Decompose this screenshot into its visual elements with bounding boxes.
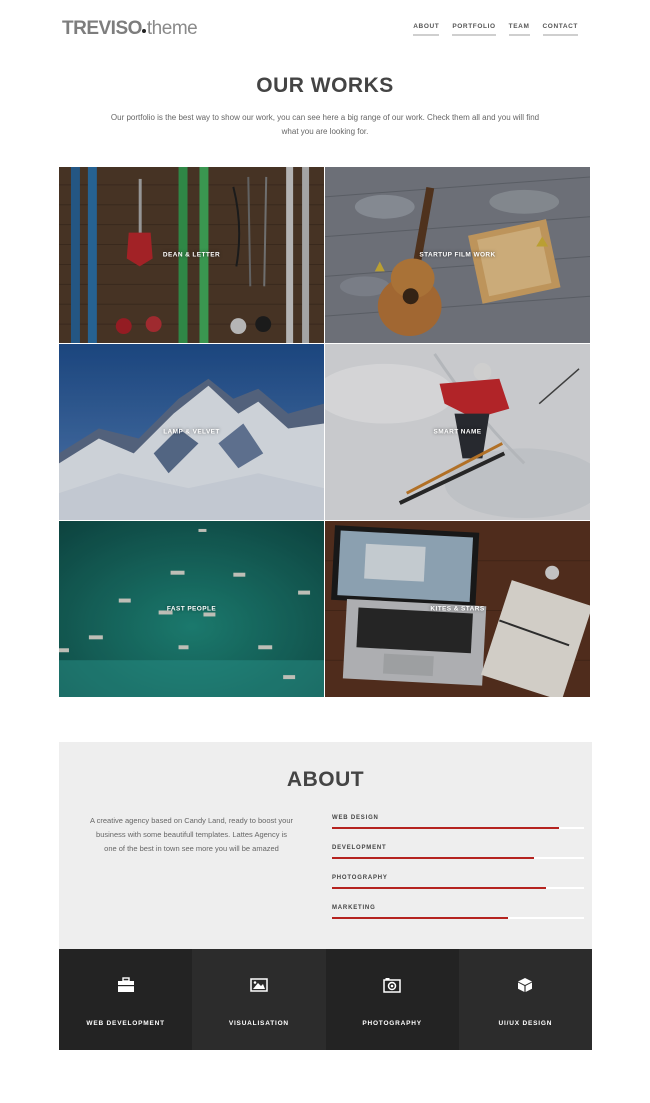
skill-bar: [332, 827, 559, 829]
service-label: PHOTOGRAPHY: [362, 1020, 422, 1027]
briefcase-icon: [117, 977, 134, 992]
portfolio-item-label: FAST PEOPLE: [166, 605, 217, 613]
service-ui-ux-design[interactable]: UI/UX DESIGN: [458, 949, 592, 1050]
about-title: ABOUT: [286, 768, 365, 791]
services-bar: WEB DEVELOPMENT VISUALISATION PHOTOGRAPH…: [59, 949, 592, 1050]
about-text: A creative agency based on Candy Land, r…: [89, 816, 294, 853]
works-title: OUR WORKS: [256, 74, 394, 97]
skill-web-design: WEB DESIGN: [332, 815, 584, 845]
service-web-development[interactable]: WEB DEVELOPMENT: [59, 949, 193, 1050]
works-intro: Our portfolio is the best way to show ou…: [110, 113, 540, 136]
nav-contact[interactable]: CONTACT: [542, 23, 578, 36]
skill-track: [332, 917, 584, 919]
portfolio-item-dean-letter[interactable]: DEAN & LETTER: [59, 167, 325, 344]
service-label: VISUALISATION: [228, 1020, 289, 1027]
service-photography[interactable]: PHOTOGRAPHY: [325, 949, 459, 1050]
portfolio-item-fast-people[interactable]: FAST PEOPLE: [59, 521, 325, 698]
skill-development: DEVELOPMENT: [332, 845, 584, 875]
camera-icon: [383, 978, 401, 993]
logo-light-text: theme: [146, 18, 198, 39]
skill-name: MARKETING: [332, 905, 376, 911]
skill-marketing: MARKETING: [332, 905, 584, 935]
about-section: ABOUT A creative agency based on Candy L…: [59, 742, 592, 949]
skill-track: [332, 857, 584, 859]
portfolio-item-label: SMART NAME: [433, 428, 482, 436]
skill-name: DEVELOPMENT: [332, 845, 387, 851]
portfolio-item-label: DEAN & LETTER: [162, 251, 221, 259]
logo[interactable]: TREVISO theme: [62, 18, 198, 40]
skill-photography: PHOTOGRAPHY: [332, 875, 584, 905]
skill-name: PHOTOGRAPHY: [332, 875, 388, 881]
portfolio-item-label: LAMP & VELVET: [163, 428, 220, 436]
cube-icon: [518, 978, 533, 992]
skills-list: WEB DESIGN DEVELOPMENT PHOTOGRAPHY MARKE…: [332, 815, 584, 935]
nav-portfolio[interactable]: PORTFOLIO: [452, 23, 496, 36]
skill-name: WEB DESIGN: [332, 815, 379, 821]
site-header: TREVISO theme ABOUT PORTFOLIO TEAM CONTAC…: [0, 0, 650, 60]
portfolio-item-startup-film-work[interactable]: STARTUP FILM WORK: [325, 167, 591, 344]
main-nav: ABOUT PORTFOLIO TEAM CONTACT: [413, 23, 578, 36]
skill-bar: [332, 887, 547, 889]
service-label: UI/UX DESIGN: [498, 1020, 553, 1027]
portfolio-grid: DEAN & LETTER STARTUP FILM WORK LAMP & V…: [59, 167, 591, 698]
service-label: WEB DEVELOPMENT: [86, 1020, 165, 1027]
portfolio-item-smart-name[interactable]: SMART NAME: [325, 344, 591, 521]
skill-bar: [332, 917, 509, 919]
portfolio-item-label: STARTUP FILM WORK: [419, 251, 496, 259]
nav-about[interactable]: ABOUT: [413, 23, 440, 36]
portfolio-item-lamp-velvet[interactable]: LAMP & VELVET: [59, 344, 325, 521]
skill-track: [332, 827, 584, 829]
image-icon: [250, 978, 268, 992]
skill-track: [332, 887, 584, 889]
portfolio-item-kites-stars[interactable]: KITES & STARS: [325, 521, 591, 698]
logo-bold-text: TREVISO: [62, 18, 142, 39]
service-visualisation[interactable]: VISUALISATION: [192, 949, 326, 1050]
skill-bar: [332, 857, 534, 859]
portfolio-item-label: KITES & STARS: [430, 605, 485, 613]
logo-dot: [141, 29, 146, 33]
nav-team[interactable]: TEAM: [508, 23, 530, 36]
